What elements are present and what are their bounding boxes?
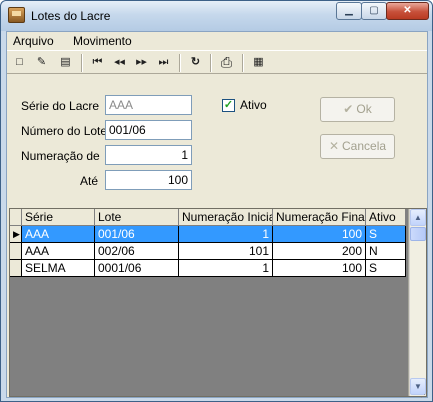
toolbar-separator	[242, 54, 244, 72]
serie-label: Série do Lacre	[21, 99, 100, 113]
app-icon	[8, 7, 25, 23]
cell-lote[interactable]: 002/06	[95, 243, 179, 260]
window-title: Lotes do Lacre	[31, 9, 111, 23]
menu-bar: Arquivo Movimento	[7, 32, 427, 49]
title-bar[interactable]: Lotes do Lacre ▁ ▢ ✕	[1, 1, 432, 31]
main-window: Lotes do Lacre ▁ ▢ ✕ Arquivo Movimento □…	[0, 0, 433, 402]
lote-label: Número do Lote	[21, 124, 108, 138]
vertical-scrollbar[interactable]: ▲ ▼	[409, 209, 426, 396]
cell-ativo[interactable]: S	[366, 260, 406, 277]
cell-inicial[interactable]: 1	[179, 226, 273, 243]
cell-lote[interactable]: 0001/06	[95, 260, 179, 277]
serie-input[interactable]	[105, 95, 192, 115]
header-ativo[interactable]: Ativo	[366, 209, 406, 226]
delete-record-icon[interactable]: ▤	[57, 54, 74, 71]
cell-serie[interactable]: AAA	[22, 243, 95, 260]
refresh-icon[interactable]: ↻	[187, 54, 204, 71]
minimize-button[interactable]: ▁	[336, 2, 362, 20]
numeracao-de-label: Numeração de	[21, 149, 100, 163]
ate-input[interactable]	[105, 170, 192, 190]
scroll-up-icon[interactable]: ▲	[410, 209, 426, 226]
header-serie[interactable]: Série	[22, 209, 95, 226]
ativo-label: Ativo	[240, 98, 267, 112]
row-indicator	[10, 243, 22, 260]
last-record-icon[interactable]: ⏭	[155, 54, 172, 71]
toolbar: □ ✎ ▤ ⏮ ◀◀ ▶▶ ⏭ ↻ ⎙ ▦	[7, 50, 427, 74]
cell-serie[interactable]: SELMA	[22, 260, 95, 277]
scroll-thumb[interactable]	[410, 227, 426, 241]
cancel-x-icon: ✕	[328, 139, 340, 153]
toolbar-separator	[179, 54, 181, 72]
cell-ativo[interactable]: S	[366, 226, 406, 243]
lote-input[interactable]	[105, 120, 192, 140]
cell-ativo[interactable]: N	[366, 243, 406, 260]
check-icon: ✔	[343, 102, 354, 116]
print-icon[interactable]: ⎙	[218, 54, 235, 71]
header-numeracao-inicial[interactable]: Numeração Inicial	[179, 209, 273, 226]
cell-inicial[interactable]: 101	[179, 243, 273, 260]
cell-final[interactable]: 100	[273, 260, 366, 277]
cell-lote[interactable]: 001/06	[95, 226, 179, 243]
client-area: Arquivo Movimento □ ✎ ▤ ⏮ ◀◀ ▶▶ ⏭ ↻ ⎙ ▦ …	[6, 31, 428, 398]
ok-button[interactable]: ✔ Ok	[320, 97, 395, 122]
menu-arquivo[interactable]: Arquivo	[13, 34, 54, 48]
maximize-button[interactable]: ▢	[361, 2, 387, 20]
ativo-checkbox[interactable]: ✓	[222, 99, 235, 112]
ate-label: Até	[80, 174, 99, 188]
grid-body: Série Lote Numeração Inicial Numeração F…	[10, 209, 408, 396]
row-indicator	[10, 260, 22, 277]
cell-serie[interactable]: AAA	[22, 226, 95, 243]
lotes-grid: Série Lote Numeração Inicial Numeração F…	[9, 208, 427, 397]
resize-grip-icon[interactable]: ⋰	[420, 389, 430, 399]
new-record-icon[interactable]: □	[11, 54, 28, 71]
numeracao-de-input[interactable]	[105, 145, 192, 165]
header-indicator	[10, 209, 22, 226]
row-indicator-icon: ▶	[10, 226, 22, 243]
cell-final[interactable]: 200	[273, 243, 366, 260]
next-record-icon[interactable]: ▶▶	[133, 54, 150, 71]
header-lote[interactable]: Lote	[95, 209, 179, 226]
cell-inicial[interactable]: 1	[179, 260, 273, 277]
cancel-button[interactable]: ✕ Cancela	[320, 134, 395, 159]
cell-final[interactable]: 100	[273, 226, 366, 243]
close-button[interactable]: ✕	[386, 2, 429, 20]
toolbar-separator	[81, 54, 83, 72]
cancel-button-label: Cancela	[342, 139, 387, 153]
toolbar-separator	[210, 54, 212, 72]
first-record-icon[interactable]: ⏮	[89, 54, 106, 71]
settings-icon[interactable]: ▦	[250, 54, 267, 71]
ok-button-label: Ok	[356, 102, 372, 116]
prev-record-icon[interactable]: ◀◀	[111, 54, 128, 71]
menu-movimento[interactable]: Movimento	[73, 34, 132, 48]
edit-record-icon[interactable]: ✎	[33, 54, 50, 71]
header-numeracao-final[interactable]: Numeração Final	[273, 209, 366, 226]
